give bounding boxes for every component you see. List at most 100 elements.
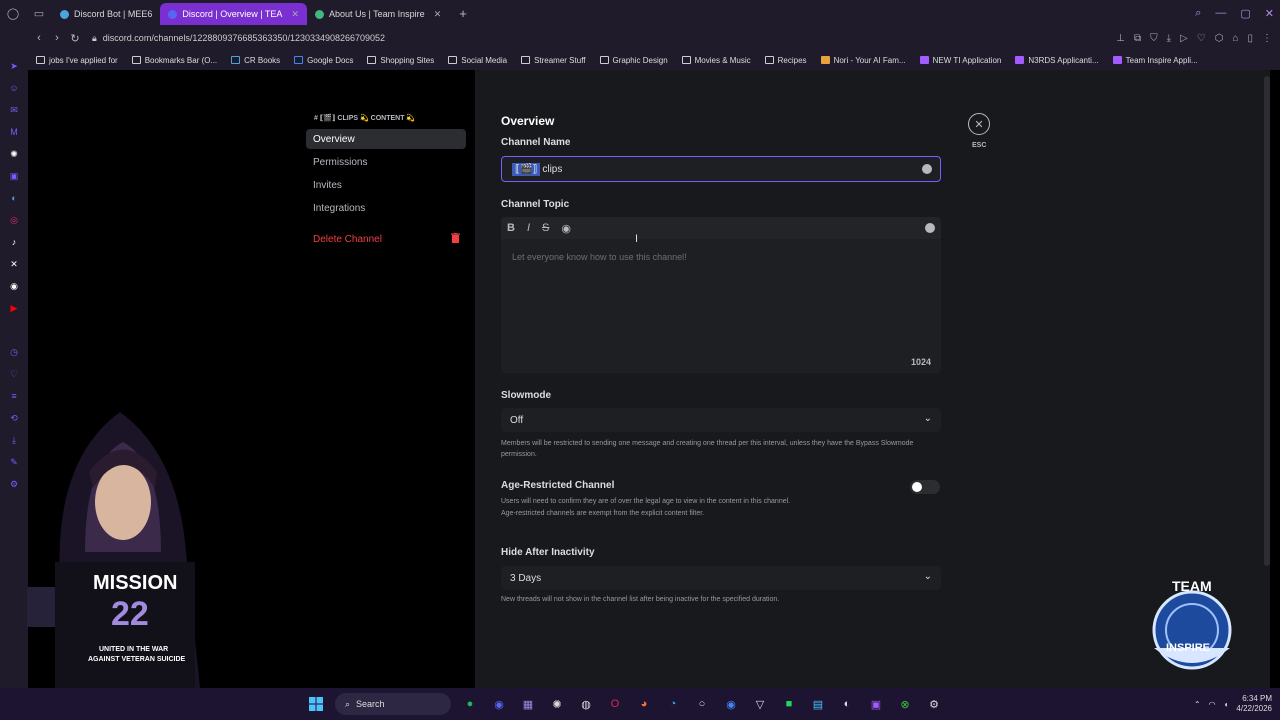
discord-taskbar-icon[interactable]: ◉ xyxy=(489,694,509,714)
obs-icon[interactable]: ◍ xyxy=(576,694,596,714)
app-icon[interactable]: ○ xyxy=(692,694,712,714)
browser-tab-mee6[interactable]: Discord Bot | MEE6 xyxy=(52,3,160,25)
edge-icon[interactable]: ◔ xyxy=(663,694,683,714)
bookmark-item[interactable]: Google Docs xyxy=(294,56,353,65)
more-menu-icon[interactable]: ⋮ xyxy=(1262,33,1272,44)
mail-icon[interactable]: ✉ xyxy=(8,104,20,116)
user-icon[interactable]: ☺ xyxy=(8,82,20,94)
navigation-icon[interactable]: ➤ xyxy=(8,60,20,72)
nav-overview[interactable]: Overview xyxy=(306,129,466,149)
bookmark-item[interactable]: Nori - Your AI Fam... xyxy=(820,56,906,65)
chrome-icon[interactable]: ◉ xyxy=(721,694,741,714)
channel-topic-editor[interactable]: B I S ◉ Let everyone know how to use thi… xyxy=(501,217,941,373)
channel-header: # ⟦🎬⟧ CLIPS 💫 CONTENT 💫 xyxy=(314,115,416,122)
bookmark-item[interactable]: N3RDS Applicanti... xyxy=(1015,56,1099,65)
xbox-icon[interactable]: ⊗ xyxy=(895,694,915,714)
spotify-icon[interactable]: ● xyxy=(460,694,480,714)
bookmark-item[interactable]: Streamer Stuff xyxy=(521,56,586,65)
heart-icon[interactable]: ♡ xyxy=(8,368,20,380)
strikethrough-icon[interactable]: S xyxy=(542,222,549,234)
twitch-icon[interactable]: ▣ xyxy=(8,170,20,182)
bookmark-item[interactable]: Movies & Music xyxy=(681,56,751,65)
extensions-icon[interactable]: ⬡ xyxy=(1215,33,1224,44)
logo-top-text: TEAM xyxy=(1172,578,1212,594)
bookmark-item[interactable]: Graphic Design xyxy=(599,56,668,65)
twitch-taskbar-icon[interactable]: ▣ xyxy=(866,694,886,714)
close-tab-icon[interactable]: ✕ xyxy=(291,9,299,20)
italic-icon[interactable]: I xyxy=(527,222,530,234)
new-tab-button[interactable]: + xyxy=(449,6,477,21)
youtube-icon[interactable]: ▶ xyxy=(8,302,20,314)
discord-icon[interactable]: ◉ xyxy=(8,280,20,292)
streamer-app-icon[interactable]: ▽ xyxy=(750,694,770,714)
slowmode-select[interactable]: Off ⌄ xyxy=(501,408,941,432)
forward-icon[interactable]: › xyxy=(48,32,66,44)
firefox-icon[interactable]: ◕ xyxy=(634,694,654,714)
url-field[interactable]: 🔒︎ discord.com/channels/1228809376685363… xyxy=(92,33,385,44)
nav-integrations[interactable]: Integrations xyxy=(306,198,466,218)
channel-name-label: Channel Name xyxy=(501,137,571,148)
vpn-icon[interactable]: ⌂ xyxy=(1232,33,1238,44)
instagram-icon[interactable]: ◎ xyxy=(8,214,20,226)
bookmark-item[interactable]: CR Books xyxy=(231,56,280,65)
close-tab-icon[interactable]: ✕ xyxy=(434,9,442,20)
close-settings-button[interactable]: ✕ xyxy=(968,113,990,135)
close-window-icon[interactable]: ✕ xyxy=(1265,7,1274,20)
bookmark-item[interactable]: Bookmarks Bar (O... xyxy=(131,56,217,65)
address-bar-row: ‹ › ↻ 🔒︎ discord.com/channels/1228809376… xyxy=(0,26,1280,50)
back-icon[interactable]: ‹ xyxy=(30,32,48,44)
bookmark-item[interactable]: Recipes xyxy=(764,56,807,65)
start-icon[interactable] xyxy=(306,694,326,714)
bold-icon[interactable]: B xyxy=(507,222,515,234)
browser-tab-team-inspire[interactable]: About Us | Team Inspire ✕ xyxy=(307,3,449,25)
opera-icon[interactable]: O xyxy=(605,694,625,714)
notepad-icon[interactable]: ▤ xyxy=(808,694,828,714)
delete-channel-button[interactable]: Delete Channel xyxy=(306,229,466,249)
tab-actions-icon[interactable]: ▭ xyxy=(26,0,52,26)
play-icon[interactable]: ▷ xyxy=(1180,33,1188,44)
emoji-picker-icon[interactable] xyxy=(922,164,932,174)
search-tabs-icon[interactable]: ⌕ xyxy=(1195,7,1201,20)
hide-after-inactivity-label: Hide After Inactivity xyxy=(501,547,595,558)
pin-icon[interactable]: ⊥ xyxy=(1116,33,1125,44)
sidebar-icon[interactable]: ▯ xyxy=(1247,33,1253,44)
tiktok-icon[interactable]: ♪ xyxy=(8,236,20,248)
minimize-icon[interactable]: — xyxy=(1215,7,1226,19)
inactivity-select[interactable]: 3 Days ⌄ xyxy=(501,566,941,590)
taskbar-search[interactable]: ⌕ Search xyxy=(335,693,451,715)
messenger-icon[interactable]: ◐ xyxy=(8,192,20,204)
clock-icon[interactable]: ◷ xyxy=(8,346,20,358)
apps-grid-icon[interactable]: ▦ xyxy=(518,694,538,714)
nav-invites[interactable]: Invites xyxy=(306,175,466,195)
bookmark-item[interactable]: Shopping Sites xyxy=(367,56,434,65)
network-icon[interactable]: ◠ xyxy=(1209,700,1216,709)
clock[interactable]: 6:34 PM 4/22/2026 xyxy=(1236,694,1272,714)
settings-taskbar-icon[interactable]: ⚙ xyxy=(924,694,944,714)
channel-name-input[interactable]: ⟦🎬⟧ clips xyxy=(501,156,941,182)
bookmark-item[interactable]: Team Inspire Appli... xyxy=(1112,56,1198,65)
chatgpt-taskbar-icon[interactable]: ✺ xyxy=(547,694,567,714)
screenshot-icon[interactable]: ⧉ xyxy=(1134,33,1141,44)
volume-icon[interactable]: ◖ xyxy=(1224,700,1229,709)
steam-icon[interactable]: ◐ xyxy=(837,694,857,714)
browser-tab-discord[interactable]: Discord | Overview | TEA ✕ xyxy=(160,3,307,25)
chevron-up-icon[interactable]: ⌃ xyxy=(1194,700,1201,709)
shield-icon[interactable]: ⛉ xyxy=(1150,33,1158,44)
x-icon[interactable]: ✕ xyxy=(8,258,20,270)
scrollbar[interactable] xyxy=(1264,76,1270,566)
bookmark-item[interactable]: Social Media xyxy=(448,56,507,65)
spoiler-eye-icon[interactable]: ◉ xyxy=(561,222,571,235)
heart-icon[interactable]: ♡ xyxy=(1197,33,1206,44)
bookmark-item[interactable]: NEW TI Application xyxy=(919,56,1001,65)
maximize-icon[interactable]: ▢ xyxy=(1240,7,1250,20)
game-icon[interactable]: ■ xyxy=(779,694,799,714)
bookmark-item[interactable]: jobs I've applied for xyxy=(36,56,118,65)
reload-icon[interactable]: ↻ xyxy=(66,32,84,45)
age-restricted-toggle[interactable] xyxy=(910,480,940,494)
browser-menu-icon[interactable]: ◯ xyxy=(0,0,26,26)
emoji-picker-icon[interactable] xyxy=(925,223,935,233)
chatgpt-icon[interactable]: ✺ xyxy=(8,148,20,160)
nav-permissions[interactable]: Permissions xyxy=(306,152,466,172)
gmail-icon[interactable]: M xyxy=(8,126,20,138)
download-icon[interactable]: ⤓ xyxy=(1167,33,1171,44)
